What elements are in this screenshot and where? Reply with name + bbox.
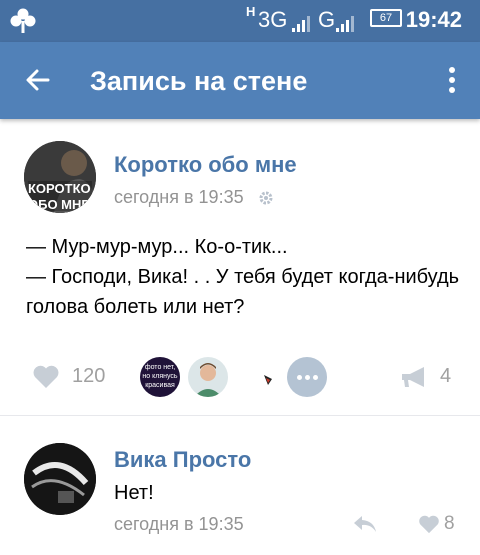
comment-timestamp: сегодня в 19:35 <box>114 514 244 534</box>
app-bar: Запись на стене <box>0 42 480 119</box>
post-author-name[interactable]: Коротко обо мне <box>114 152 297 178</box>
comment-text: Нет! <box>114 482 154 504</box>
signal-bars-icon <box>292 12 312 32</box>
heart-icon[interactable] <box>418 515 440 534</box>
divider <box>0 415 480 416</box>
comment-like-count: 8 <box>444 513 455 534</box>
network-g-label: G <box>318 7 336 32</box>
clover-icon <box>10 8 36 33</box>
post-line: — Мур-мур-мур... Ко-о-тик... <box>26 236 288 258</box>
back-arrow-icon[interactable] <box>22 64 54 96</box>
post-timestamp: сегодня в 19:35 <box>114 187 244 207</box>
post-text: — Мур-мур-мур... Ко-о-тик... — Господи, … <box>26 232 466 322</box>
more-vert-icon[interactable] <box>440 64 464 98</box>
signal-bars-2-icon <box>336 12 356 32</box>
post-line: — Господи, Вика! . . У тебя будет когда-… <box>26 266 460 288</box>
more-likers-button[interactable] <box>287 357 327 397</box>
status-bar: H 3G G 67 19:42 <box>0 0 480 42</box>
status-time: 19:42 <box>405 7 462 32</box>
post-line: голова болеть или нет? <box>26 296 245 318</box>
network-3g-label: 3G <box>258 7 288 32</box>
liker-avatar[interactable] <box>236 357 276 397</box>
battery-indicator: 67 <box>370 9 402 27</box>
heart-icon[interactable] <box>32 365 60 389</box>
avatar-caption: КОРОТКО ОБО МНЕ <box>28 181 91 212</box>
post-author-avatar[interactable]: КОРОТКО ОБО МНЕ <box>24 141 96 213</box>
megaphone-icon[interactable] <box>400 365 430 389</box>
liker-avatar[interactable] <box>188 357 228 397</box>
page-title: Запись на стене <box>90 66 308 96</box>
network-h-label: H <box>246 4 256 19</box>
share-count: 4 <box>440 365 452 387</box>
comment-author-name[interactable]: Вика Просто <box>114 447 251 473</box>
reply-icon[interactable] <box>352 514 378 534</box>
comment-author-avatar[interactable] <box>24 443 96 515</box>
gear-icon[interactable] <box>258 190 274 206</box>
like-count: 120 <box>72 365 106 387</box>
post-actions: 120 фото нет, но клянусь красивая 4 <box>0 355 480 399</box>
liker-avatar[interactable]: фото нет, но клянусь красивая <box>140 357 180 397</box>
